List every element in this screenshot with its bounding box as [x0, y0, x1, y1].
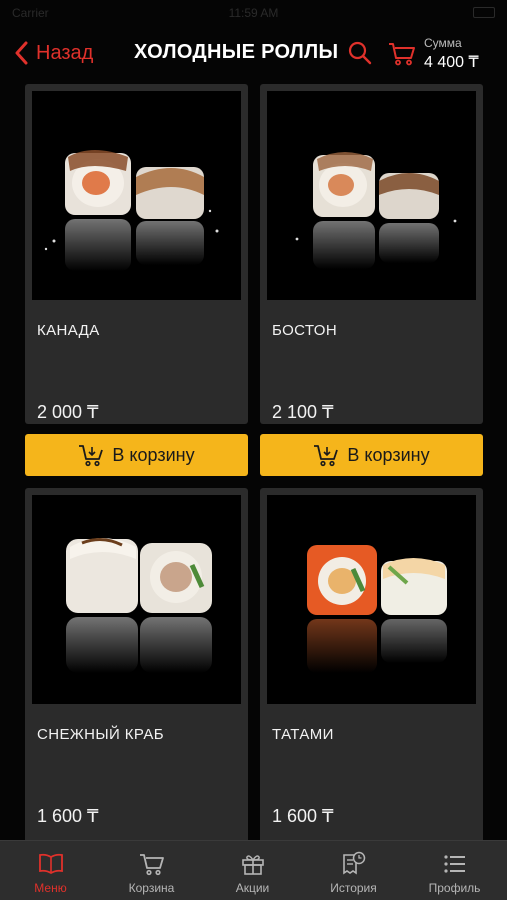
tab-bar: Меню Корзина Акции История Профиль [0, 840, 507, 900]
tab-label: Акции [235, 881, 270, 895]
product-name: КАНАДА [37, 322, 100, 339]
status-time: 11:59 AM [228, 6, 279, 20]
product-card[interactable]: СНЕЖНЫЙ КРАБ 1 600 ₸ [25, 488, 248, 840]
tab-menu[interactable]: Меню [0, 841, 101, 900]
add-to-cart-button[interactable]: В корзину [260, 434, 483, 476]
product-name: БОСТОН [272, 322, 338, 339]
add-cart-icon [79, 445, 104, 467]
product-card[interactable]: КАНАДА 2 000 ₸ [25, 84, 248, 424]
product-price: 1 600 ₸ [272, 806, 334, 826]
sum-value: 4 400 ₸ [424, 54, 479, 71]
cart-icon [137, 851, 167, 877]
tab-promotions[interactable]: Акции [202, 841, 303, 900]
product-name: ТАТАМИ [272, 726, 334, 743]
tab-cart[interactable]: Корзина [101, 841, 202, 900]
product-price: 2 000 ₸ [37, 402, 99, 422]
back-label: Назад [36, 41, 94, 64]
product-photo [32, 91, 241, 300]
book-icon [36, 851, 66, 877]
tab-label: История [330, 881, 377, 895]
search-button[interactable] [347, 40, 373, 66]
receipt-clock-icon [339, 851, 369, 877]
product-price: 2 100 ₸ [272, 402, 334, 422]
product-photo [32, 495, 241, 704]
tab-label: Профиль [428, 881, 481, 895]
product-card[interactable]: ТАТАМИ 1 600 ₸ [260, 488, 483, 840]
sum-label: Сумма [424, 36, 462, 50]
add-to-cart-button[interactable]: В корзину [25, 434, 248, 476]
add-to-cart-label: В корзину [347, 444, 430, 465]
page-title: ХОЛОДНЫЕ РОЛЛЫ [134, 41, 339, 63]
product-photo [267, 91, 476, 300]
add-to-cart-label: В корзину [112, 444, 195, 465]
product-card[interactable]: БОСТОН 2 100 ₸ [260, 84, 483, 424]
status-bar: Carrier 11:59 AM [0, 0, 507, 26]
add-cart-icon [314, 445, 339, 467]
nav-bar: Назад ХОЛОДНЫЕ РОЛЛЫ Сумма 4 400 ₸ [0, 26, 507, 82]
tab-label: Меню [34, 881, 67, 895]
tab-history[interactable]: История [303, 841, 404, 900]
tab-profile[interactable]: Профиль [404, 841, 505, 900]
gift-icon [238, 851, 268, 877]
product-price: 1 600 ₸ [37, 806, 99, 826]
battery-icon [473, 7, 495, 18]
cart-icon [389, 43, 415, 66]
cart-sum-button[interactable]: Сумма 4 400 ₸ [388, 34, 500, 74]
search-icon [348, 41, 372, 65]
product-name: СНЕЖНЫЙ КРАБ [37, 726, 164, 743]
product-grid: КАНАДА 2 000 ₸ В корзину БОСТОН 2 100 ₸ … [0, 82, 507, 840]
list-icon [440, 851, 470, 877]
product-photo [267, 495, 476, 704]
chevron-left-icon [15, 41, 28, 65]
tab-label: Корзина [128, 881, 175, 895]
back-button[interactable]: Назад [14, 40, 93, 66]
